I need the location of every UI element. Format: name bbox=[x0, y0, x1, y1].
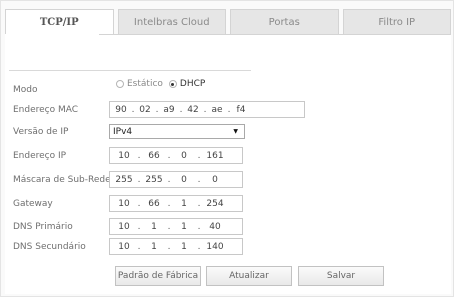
dns-secondary-row: DNS Secundário 10 . 1 . 1 . 140 bbox=[1, 238, 454, 256]
mac-octet: ae bbox=[211, 104, 223, 115]
dns-primary-octet: 10 bbox=[118, 221, 130, 232]
modo-radio-group: Estático DHCP bbox=[116, 79, 211, 89]
dns-secondary-octet: 140 bbox=[206, 241, 224, 252]
dns-secondary-separator: . bbox=[137, 241, 141, 252]
mac-label: Endereço MAC bbox=[13, 105, 79, 115]
mask-octet: 255 bbox=[145, 174, 163, 185]
dns-secondary-separator: . bbox=[197, 241, 201, 252]
mac-octet: a9 bbox=[163, 104, 175, 115]
dns-primary-octet: 40 bbox=[209, 221, 221, 232]
ip-version-label: Versão de IP bbox=[13, 127, 69, 137]
tab-intelbras-cloud[interactable]: Intelbras Cloud bbox=[117, 9, 226, 35]
ip-label: Endereço IP bbox=[13, 151, 67, 161]
gateway-row: Gateway 10 . 66 . 1 . 254 bbox=[1, 195, 454, 213]
mask-separator: . bbox=[137, 174, 141, 185]
dns-secondary-octet: 10 bbox=[118, 241, 130, 252]
dns-secondary-separator: . bbox=[167, 241, 171, 252]
mask-field[interactable]: 255 . 255 . 0 . 0 bbox=[109, 171, 243, 188]
dns-primary-octet: 1 bbox=[181, 221, 187, 232]
ip-separator: . bbox=[197, 150, 201, 161]
ip-octet: 66 bbox=[148, 150, 160, 161]
gateway-separator: . bbox=[167, 198, 171, 209]
mask-row: Máscara de Sub-Rede 255 . 255 . 0 . 0 bbox=[1, 171, 454, 189]
tab-filtro-ip[interactable]: Filtro IP bbox=[342, 9, 451, 35]
dns-secondary-field[interactable]: 10 . 1 . 1 . 140 bbox=[109, 238, 243, 255]
radio-dhcp-label[interactable]: DHCP bbox=[180, 79, 205, 89]
network-settings-panel: TCP/IP Intelbras Cloud Portas Filtro IP … bbox=[0, 0, 454, 297]
mac-separator: . bbox=[155, 104, 159, 115]
dns-secondary-label: DNS Secundário bbox=[13, 242, 86, 252]
modo-row: Modo Estático DHCP bbox=[1, 77, 454, 95]
mac-octet: 02 bbox=[139, 104, 151, 115]
ip-row: Endereço IP 10 . 66 . 0 . 161 bbox=[1, 147, 454, 165]
mac-separator: . bbox=[131, 104, 135, 115]
dns-secondary-octet: 1 bbox=[151, 241, 157, 252]
ip-octet: 161 bbox=[206, 150, 224, 161]
gateway-label: Gateway bbox=[13, 199, 53, 209]
dropdown-arrow-icon: ▼ bbox=[233, 128, 238, 135]
ip-octet: 10 bbox=[118, 150, 130, 161]
dns-primary-separator: . bbox=[197, 221, 201, 232]
gateway-separator: . bbox=[137, 198, 141, 209]
gateway-octet: 10 bbox=[118, 198, 130, 209]
refresh-button[interactable]: Atualizar bbox=[206, 266, 292, 286]
gateway-octet: 66 bbox=[148, 198, 160, 209]
mask-octet: 0 bbox=[212, 174, 218, 185]
tab-bar: TCP/IP Intelbras Cloud Portas Filtro IP bbox=[5, 9, 451, 35]
tab-tcp-ip[interactable]: TCP/IP bbox=[5, 9, 114, 35]
ip-version-select[interactable]: IPv4 ▼ bbox=[109, 124, 245, 139]
ip-separator: . bbox=[167, 150, 171, 161]
save-button[interactable]: Salvar bbox=[298, 266, 384, 286]
mask-label: Máscara de Sub-Rede bbox=[13, 175, 111, 185]
mac-separator: . bbox=[179, 104, 183, 115]
gateway-field[interactable]: 10 . 66 . 1 . 254 bbox=[109, 195, 243, 212]
radio-estatico-label[interactable]: Estático bbox=[127, 79, 163, 89]
dns-primary-separator: . bbox=[137, 221, 141, 232]
dns-primary-row: DNS Primário 10 . 1 . 1 . 40 bbox=[1, 218, 454, 236]
mac-separator: . bbox=[227, 104, 231, 115]
dns-primary-field[interactable]: 10 . 1 . 1 . 40 bbox=[109, 218, 243, 235]
mac-separator: . bbox=[203, 104, 207, 115]
mac-row: Endereço MAC 90 . 02 . a9 . 42 . ae . f4 bbox=[1, 101, 454, 119]
mask-octet: 255 bbox=[115, 174, 133, 185]
mac-octet: 42 bbox=[187, 104, 199, 115]
modo-label: Modo bbox=[13, 85, 38, 95]
ip-version-row: Versão de IP IPv4 ▼ bbox=[1, 124, 454, 142]
dns-primary-octet: 1 bbox=[151, 221, 157, 232]
dns-secondary-octet: 1 bbox=[181, 241, 187, 252]
mac-octet: f4 bbox=[236, 104, 246, 115]
ip-version-value: IPv4 bbox=[113, 126, 133, 137]
radio-estatico[interactable] bbox=[116, 80, 124, 88]
mask-octet: 0 bbox=[181, 174, 187, 185]
mac-octet: 90 bbox=[115, 104, 127, 115]
radio-dhcp[interactable] bbox=[168, 80, 177, 88]
section-divider bbox=[9, 70, 251, 71]
gateway-octet: 1 bbox=[181, 198, 187, 209]
mac-field[interactable]: 90 . 02 . a9 . 42 . ae . f4 bbox=[109, 101, 305, 118]
gateway-separator: . bbox=[197, 198, 201, 209]
dns-primary-separator: . bbox=[167, 221, 171, 232]
ip-field[interactable]: 10 . 66 . 0 . 161 bbox=[109, 147, 243, 164]
tab-portas[interactable]: Portas bbox=[230, 9, 339, 35]
mask-separator: . bbox=[167, 174, 171, 185]
mask-separator: . bbox=[197, 174, 201, 185]
dns-primary-label: DNS Primário bbox=[13, 222, 73, 232]
factory-default-button[interactable]: Padrão de Fábrica bbox=[115, 266, 201, 286]
ip-octet: 0 bbox=[181, 150, 187, 161]
ip-separator: . bbox=[137, 150, 141, 161]
gateway-octet: 254 bbox=[206, 198, 224, 209]
